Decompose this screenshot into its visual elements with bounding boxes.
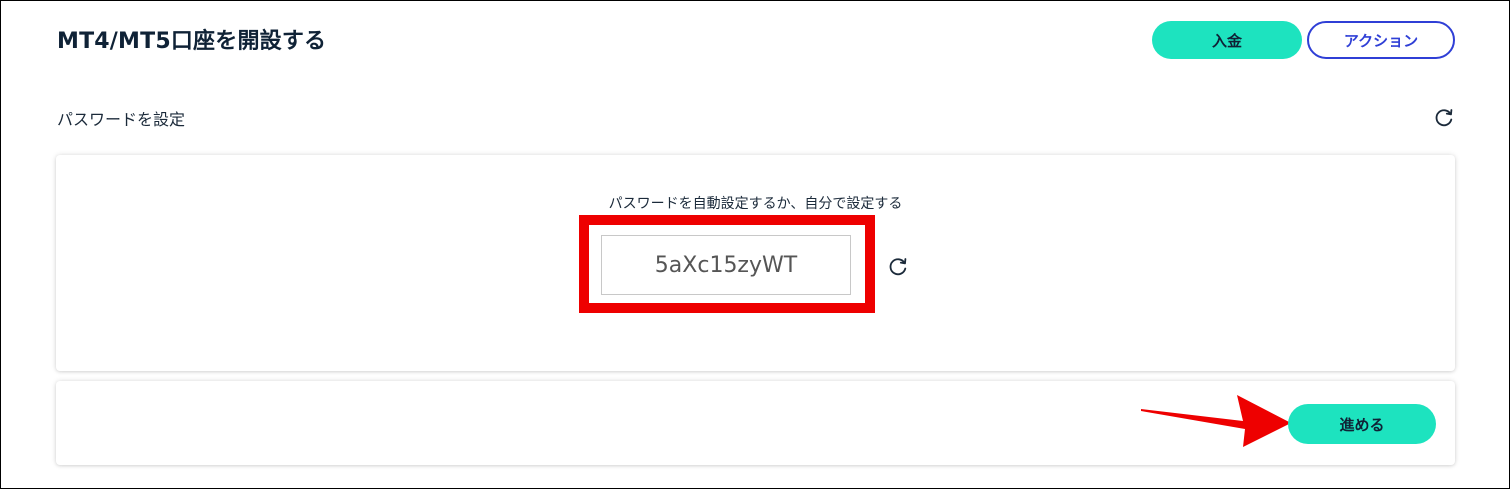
deposit-button[interactable]: 入金 <box>1152 21 1302 59</box>
refresh-icon[interactable] <box>1432 105 1456 129</box>
password-instruction: パスワードを自動設定するか、自分で設定する <box>608 196 903 212</box>
action-button[interactable]: アクション <box>1307 21 1455 59</box>
red-arrow-icon <box>1141 395 1291 447</box>
password-input[interactable] <box>601 235 851 295</box>
password-card: パスワードを自動設定するか、自分で設定する <box>56 155 1455 371</box>
account-open-panel: MT4/MT5口座を開設する 入金 アクション パスワードを設定 パスワードを自… <box>0 0 1510 489</box>
page-title: MT4/MT5口座を開設する <box>57 29 327 54</box>
regenerate-password-icon[interactable] <box>886 254 910 278</box>
next-button[interactable]: 進める <box>1288 404 1436 444</box>
password-section-label: パスワードを設定 <box>57 110 186 129</box>
